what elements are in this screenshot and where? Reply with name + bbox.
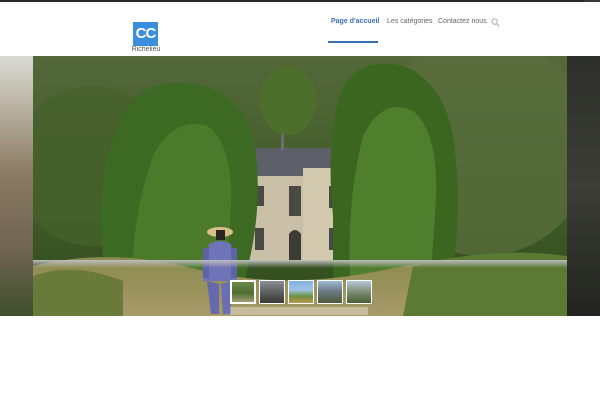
slider-shadow (33, 260, 567, 268)
nav-item-categories[interactable]: Les catégories (387, 16, 433, 54)
slide-image (33, 56, 567, 316)
active-nav-underline (328, 41, 378, 43)
chateau-photo (33, 56, 567, 316)
hero-slider (0, 56, 600, 316)
site-logo[interactable]: CC (133, 22, 158, 46)
site-header: CC Richelieu Page d'accueil Les catégori… (0, 2, 600, 56)
logo-subtitle: Richelieu (131, 46, 161, 53)
nav-item-contact[interactable]: Contactez nous (438, 16, 487, 54)
thumbnail-caption-bar (230, 307, 368, 315)
next-slide-peek[interactable] (567, 56, 600, 316)
thumbnail-4[interactable] (317, 280, 343, 304)
search-icon[interactable] (491, 18, 500, 27)
previous-slide-peek[interactable] (0, 56, 33, 316)
slider-thumbnails (230, 280, 372, 306)
nav-item-home[interactable]: Page d'accueil (331, 16, 379, 54)
thumbnail-1[interactable] (230, 280, 256, 304)
thumbnail-2[interactable] (259, 280, 285, 304)
thumbnail-3[interactable] (288, 280, 314, 304)
thumbnail-5[interactable] (346, 280, 372, 304)
